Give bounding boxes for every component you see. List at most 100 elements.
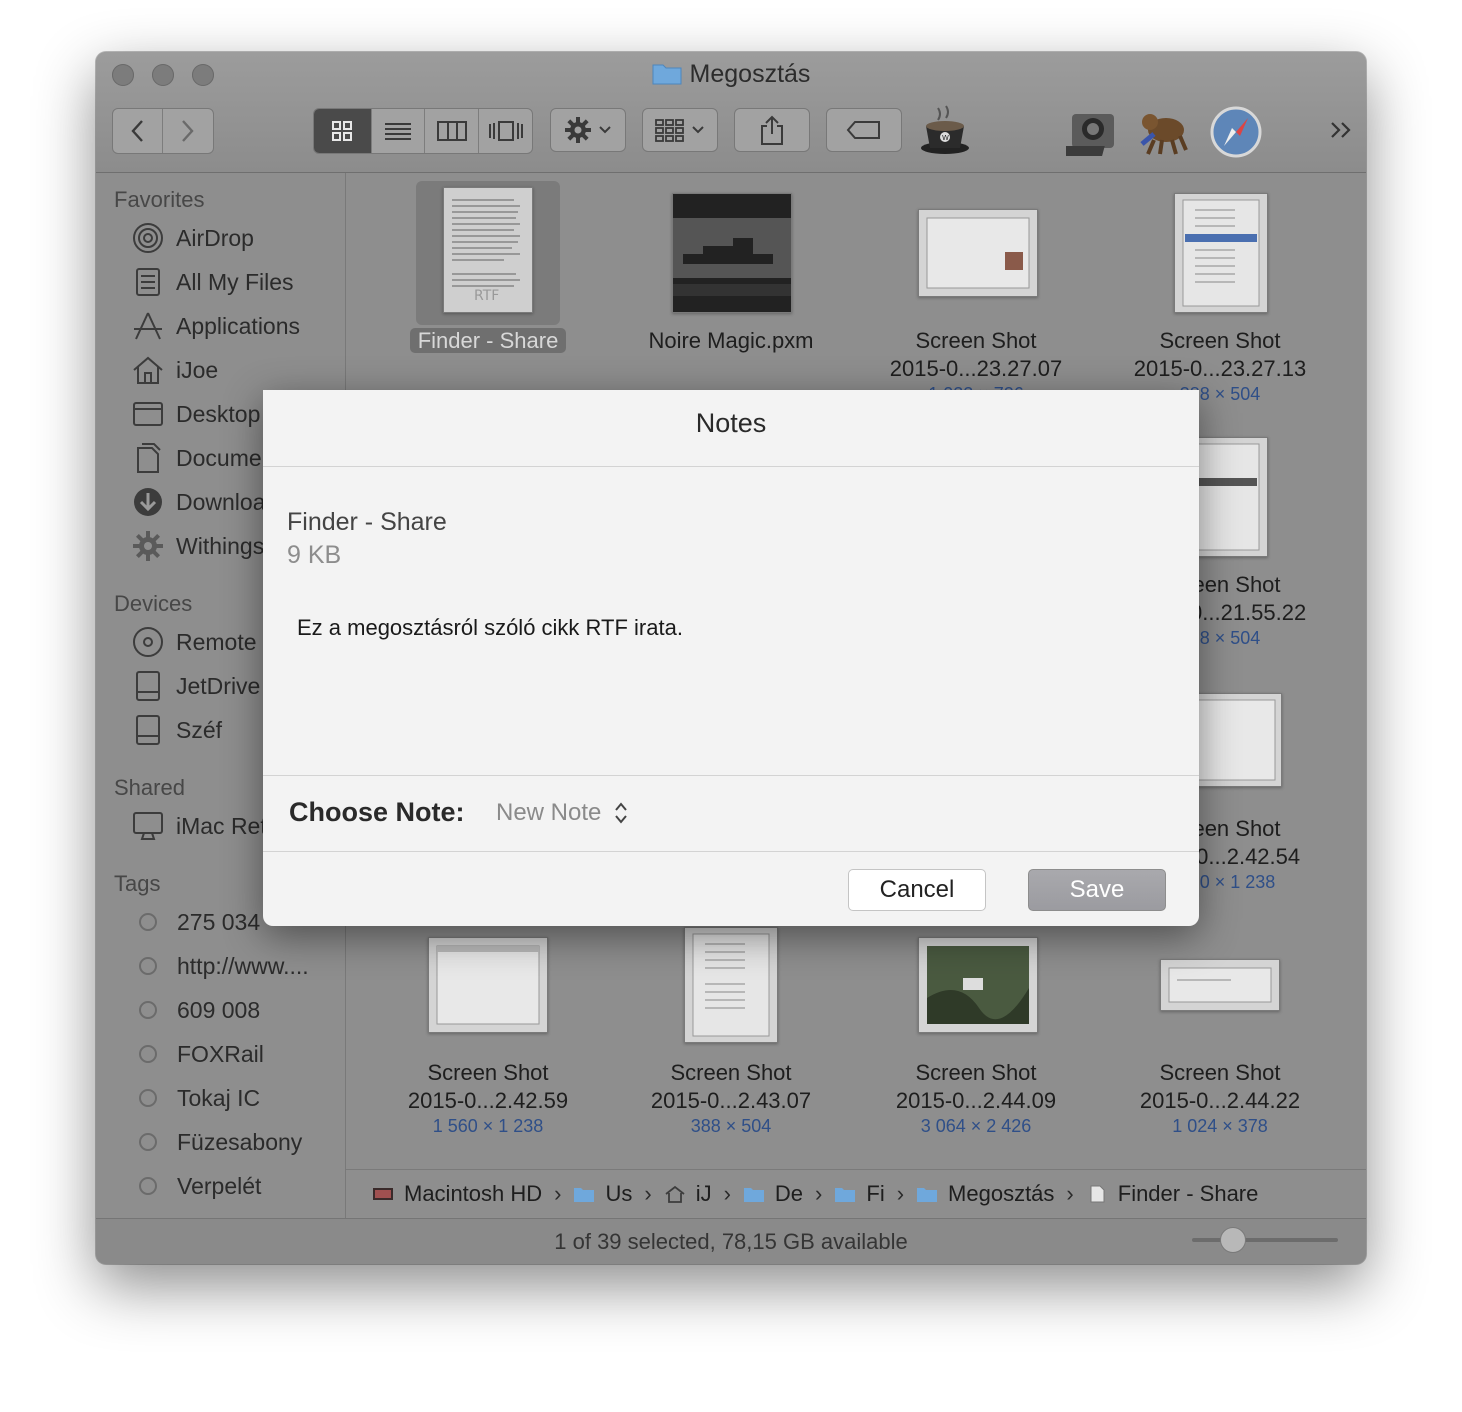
file-thumbnail[interactable] xyxy=(1174,193,1268,313)
file-dimensions: 388 × 504 xyxy=(690,1116,772,1136)
folder-icon xyxy=(743,1187,764,1202)
sidebar-item-desktop[interactable]: Desktop xyxy=(132,396,260,432)
share-menu-preview-icon xyxy=(1182,199,1260,307)
arrange-icon xyxy=(655,119,684,142)
path-item-users[interactable]: Us xyxy=(573,1181,632,1207)
forward-button[interactable] xyxy=(163,109,213,153)
back-button[interactable] xyxy=(113,109,163,153)
sidebar-item-remote[interactable]: Remote xyxy=(132,624,257,660)
sidebar-item-all-my-files[interactable]: All My Files xyxy=(132,264,294,300)
tag-icon xyxy=(846,121,880,139)
share-icon xyxy=(761,115,783,145)
choose-note-select[interactable]: New Note xyxy=(496,799,629,827)
note-text-area[interactable]: Ez a megosztásról szóló cikk RTF irata. xyxy=(297,615,683,641)
icon-size-slider-knob[interactable] xyxy=(1220,1227,1246,1253)
file-item[interactable]: Screen Shot 2015-0...2.43.07 388 × 504 xyxy=(616,1059,846,1137)
file-dimensions: 1 560 × 1 238 xyxy=(432,1116,544,1136)
sidebar-tag[interactable]: FOXRail xyxy=(132,1036,264,1072)
view-switcher xyxy=(313,108,533,154)
sidebar-section-devices: Devices xyxy=(114,591,193,616)
cancel-button[interactable]: Cancel xyxy=(848,869,986,911)
list-view-button[interactable] xyxy=(372,109,426,153)
path-item-home[interactable]: iJ xyxy=(664,1181,712,1207)
file-name-line2: 2015-0...2.43.07 xyxy=(650,1088,812,1113)
action-button[interactable] xyxy=(550,108,626,152)
coffee-cup-app-icon[interactable]: W xyxy=(918,104,972,158)
file-item[interactable]: Screen Shot 2015-0...2.42.59 1 560 × 1 2… xyxy=(373,1059,603,1137)
sidebar-tag[interactable]: http://www.... xyxy=(132,948,309,984)
icon-size-slider[interactable] xyxy=(1192,1238,1338,1242)
document-icon xyxy=(1090,1185,1105,1202)
up-down-chevron-icon xyxy=(615,802,628,824)
divider xyxy=(263,775,1199,776)
share-button[interactable] xyxy=(734,108,810,152)
home-icon xyxy=(132,354,164,386)
sidebar-item-applications[interactable]: Applications xyxy=(132,308,300,344)
chevron-left-icon xyxy=(131,120,144,142)
chevron-down-icon xyxy=(692,126,704,134)
file-dimensions: 1 024 × 378 xyxy=(1172,1116,1268,1136)
screenshot-preview-icon xyxy=(1168,967,1272,1003)
chevron-right-icon: › xyxy=(554,1180,562,1206)
file-item[interactable]: Finder - Share xyxy=(373,327,603,355)
sidebar-item-ijoe[interactable]: iJoe xyxy=(132,352,218,388)
arrange-button[interactable] xyxy=(642,108,718,152)
save-button[interactable]: Save xyxy=(1028,869,1166,911)
image-preview-icon xyxy=(673,194,791,312)
sidebar-tag[interactable]: Füzesabony xyxy=(132,1124,302,1160)
sidebar-item-documents[interactable]: Docume xyxy=(132,440,262,476)
file-thumbnail[interactable] xyxy=(428,937,548,1033)
file-name: Screen Shot xyxy=(915,1060,1037,1085)
grid-icon xyxy=(332,121,353,141)
sidebar-tag[interactable]: Verpelét xyxy=(132,1168,261,1204)
sidebar-section-shared: Shared xyxy=(114,775,185,800)
path-item-folder[interactable]: Fi xyxy=(834,1181,885,1207)
file-thumbnail[interactable] xyxy=(1160,959,1280,1011)
tag-circle-icon xyxy=(139,1001,157,1019)
toolbar-overflow-button[interactable] xyxy=(1328,116,1356,144)
sidebar-item-withings[interactable]: Withings xyxy=(132,528,264,564)
sidebar-item-szef[interactable]: Széf xyxy=(132,712,222,748)
file-item[interactable]: Noire Magic.pxm xyxy=(616,327,846,355)
chevron-right-icon xyxy=(181,120,194,142)
drive-icon xyxy=(132,714,164,746)
chevron-right-icon: › xyxy=(1066,1180,1074,1206)
share-menu-preview-icon xyxy=(692,933,770,1037)
tags-button[interactable] xyxy=(826,108,902,152)
file-name: Noire Magic.pxm xyxy=(648,328,814,353)
coverflow-view-button[interactable] xyxy=(479,109,532,153)
applications-icon xyxy=(132,310,164,342)
file-item[interactable]: Screen Shot 2015-0...2.44.22 1 024 × 378 xyxy=(1105,1059,1335,1137)
file-thumbnail[interactable] xyxy=(918,937,1038,1033)
svg-text:RTF: RTF xyxy=(474,288,499,304)
sidebar-item-imac[interactable]: iMac Ret xyxy=(132,808,267,844)
sidebar-tag[interactable]: 275 034 xyxy=(132,904,260,940)
animal-app-icon[interactable] xyxy=(1136,104,1192,158)
screenshot-preview-icon xyxy=(926,217,1030,289)
photo-preview-icon xyxy=(927,946,1029,1024)
sidebar-tag[interactable]: 609 008 xyxy=(132,992,260,1028)
sidebar-item-airdrop[interactable]: AirDrop xyxy=(132,220,254,256)
column-view-button[interactable] xyxy=(425,109,480,153)
path-item-file[interactable]: Finder - Share xyxy=(1086,1181,1258,1207)
file-name: Finder - Share xyxy=(409,328,567,353)
file-thumbnail[interactable] xyxy=(672,193,792,313)
sidebar-item-jetdrive[interactable]: JetDrive xyxy=(132,668,260,704)
file-thumbnail[interactable]: RTF xyxy=(443,187,533,313)
image-capture-app-icon[interactable] xyxy=(1058,104,1120,158)
choose-note-label: Choose Note: xyxy=(289,797,465,827)
icon-view-button[interactable] xyxy=(314,109,372,153)
safari-app-icon[interactable] xyxy=(1210,106,1262,158)
file-item[interactable]: Screen Shot 2015-0...2.44.09 3 064 × 2 4… xyxy=(861,1059,1091,1137)
file-thumbnail[interactable] xyxy=(684,927,778,1043)
imac-icon xyxy=(132,810,164,842)
path-item-desktop[interactable]: De xyxy=(743,1181,803,1207)
file-name-line2: 2015-0...23.27.13 xyxy=(1133,356,1307,381)
path-item-megosztas[interactable]: Megosztás xyxy=(916,1181,1054,1207)
path-item-macintosh-hd[interactable]: Macintosh HD xyxy=(372,1181,542,1207)
file-name-line2: 2015-0...23.27.07 xyxy=(889,356,1063,381)
sidebar-item-downloads[interactable]: Downloa xyxy=(132,484,266,520)
sidebar-tag[interactable]: Tokaj IC xyxy=(132,1080,260,1116)
file-thumbnail[interactable] xyxy=(918,209,1038,297)
list-icon xyxy=(385,123,412,140)
